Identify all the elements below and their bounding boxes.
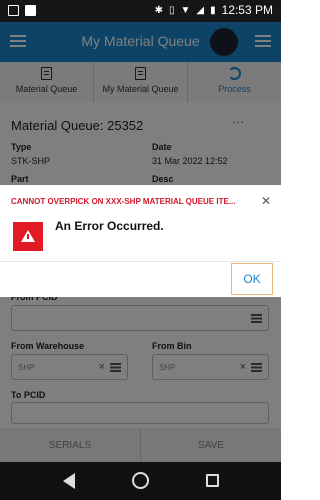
signal-icon: ◢ — [196, 4, 205, 16]
image-icon — [25, 5, 36, 16]
bluetooth-icon: ✱ — [154, 4, 163, 16]
status-bar: ✱ ▯ ▼ ◢ ▮ 12:53 PM — [0, 0, 281, 22]
system-nav-bar — [0, 462, 281, 500]
clock: 12:53 PM — [221, 3, 273, 17]
vibrate-icon: ▯ — [168, 4, 175, 16]
wifi-icon: ▼ — [180, 4, 191, 16]
ok-button[interactable]: OK — [231, 263, 273, 295]
divider — [0, 261, 281, 262]
notification-icon — [8, 5, 19, 16]
dialog-message: An Error Occurred. — [55, 219, 164, 233]
close-icon[interactable]: ✕ — [261, 194, 271, 208]
home-icon[interactable] — [132, 472, 149, 489]
dialog-title: CANNOT OVERPICK ON XXX-SHP MATERIAL QUEU… — [11, 197, 236, 206]
error-dialog: CANNOT OVERPICK ON XXX-SHP MATERIAL QUEU… — [0, 185, 281, 297]
recent-apps-icon[interactable] — [206, 474, 219, 487]
warning-icon — [13, 222, 43, 251]
battery-icon: ▮ — [210, 4, 216, 16]
back-icon[interactable] — [63, 473, 75, 489]
